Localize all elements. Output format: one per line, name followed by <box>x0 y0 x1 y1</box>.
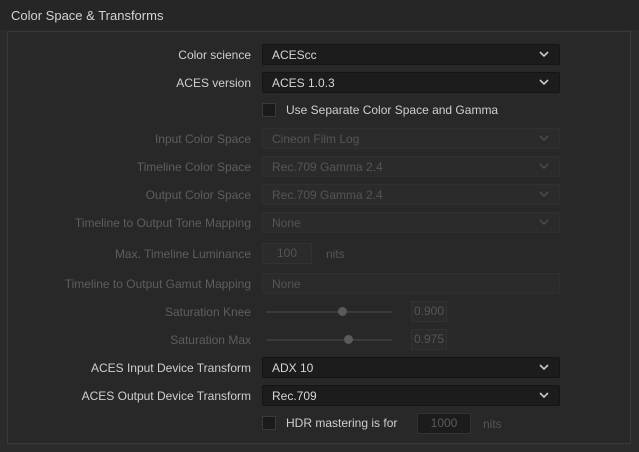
gamut-mapping-select[interactable]: None <box>262 273 560 294</box>
saturation-knee-label: Saturation Knee <box>164 305 251 319</box>
output-color-space-label: Output Color Space <box>145 188 251 202</box>
timeline-color-space-select[interactable]: Rec.709 Gamma 2.4 <box>262 156 560 177</box>
row-tone-mapping: Timeline to Output Tone Mapping None <box>0 212 639 234</box>
input-color-space-label: Input Color Space <box>154 132 251 146</box>
color-science-select[interactable]: ACEScc <box>262 44 560 65</box>
separate-cs-gamma-label: Use Separate Color Space and Gamma <box>286 103 499 117</box>
row-hdr-mastering: HDR mastering is for 1000 nits <box>0 413 639 435</box>
aces-odt-value: Rec.709 <box>272 389 317 403</box>
chevron-down-icon <box>538 361 550 373</box>
row-color-science: Color science ACEScc <box>0 44 639 66</box>
aces-odt-label: ACES Output Device Transform <box>81 389 251 403</box>
timeline-color-space-value: Rec.709 Gamma 2.4 <box>272 160 383 174</box>
aces-odt-select[interactable]: Rec.709 <box>262 385 560 406</box>
panel-header: Color Space & Transforms <box>0 0 639 30</box>
aces-idt-label: ACES Input Device Transform <box>90 361 251 375</box>
color-science-label: Color science <box>178 48 251 62</box>
row-aces-odt: ACES Output Device Transform Rec.709 <box>0 385 639 407</box>
max-luminance-input[interactable]: 100 <box>262 243 312 264</box>
row-timeline-color-space: Timeline Color Space Rec.709 Gamma 2.4 <box>0 156 639 178</box>
chevron-down-icon <box>538 48 550 60</box>
hdr-mastering-label: HDR mastering is for <box>286 416 398 430</box>
aces-version-value: ACES 1.0.3 <box>272 76 335 90</box>
saturation-knee-slider[interactable] <box>266 311 392 313</box>
input-color-space-select[interactable]: Cineon Film Log <box>262 128 560 149</box>
chevron-down-icon <box>538 132 550 144</box>
chevron-down-icon <box>538 389 550 401</box>
saturation-max-slider[interactable] <box>266 339 392 341</box>
aces-version-select[interactable]: ACES 1.0.3 <box>262 72 560 93</box>
row-output-color-space: Output Color Space Rec.709 Gamma 2.4 <box>0 184 639 206</box>
separate-cs-gamma-checkbox[interactable] <box>262 103 276 117</box>
row-saturation-max: Saturation Max 0.975 <box>0 329 639 351</box>
hdr-mastering-input[interactable]: 1000 <box>417 413 471 434</box>
aces-idt-select[interactable]: ADX 10 <box>262 357 560 378</box>
chevron-down-icon <box>538 76 550 88</box>
timeline-color-space-label: Timeline Color Space <box>136 160 251 174</box>
max-luminance-label: Max. Timeline Luminance <box>114 247 251 261</box>
row-saturation-knee: Saturation Knee 0.900 <box>0 301 639 323</box>
row-gamut-mapping: Timeline to Output Gamut Mapping None <box>0 273 639 295</box>
chevron-down-icon <box>538 188 550 200</box>
saturation-max-label: Saturation Max <box>170 333 251 347</box>
aces-version-label: ACES version <box>176 76 251 90</box>
aces-idt-value: ADX 10 <box>272 361 314 375</box>
row-input-color-space: Input Color Space Cineon Film Log <box>0 128 639 150</box>
tone-mapping-select[interactable]: None <box>262 212 560 233</box>
saturation-max-input[interactable]: 0.975 <box>411 329 447 350</box>
hdr-mastering-unit: nits <box>483 417 502 431</box>
panel-title: Color Space & Transforms <box>11 8 164 23</box>
row-aces-idt: ACES Input Device Transform ADX 10 <box>0 357 639 379</box>
row-max-luminance: Max. Timeline Luminance 100 nits <box>0 243 639 265</box>
tone-mapping-value: None <box>272 216 301 230</box>
max-luminance-unit: nits <box>326 247 345 261</box>
tone-mapping-label: Timeline to Output Tone Mapping <box>74 216 251 230</box>
gamut-mapping-value: None <box>272 277 301 291</box>
row-aces-version: ACES version ACES 1.0.3 <box>0 72 639 94</box>
saturation-knee-handle[interactable] <box>337 307 347 316</box>
output-color-space-value: Rec.709 Gamma 2.4 <box>272 188 383 202</box>
output-color-space-select[interactable]: Rec.709 Gamma 2.4 <box>262 184 560 205</box>
saturation-knee-input[interactable]: 0.900 <box>411 301 447 322</box>
saturation-max-handle[interactable] <box>343 335 353 344</box>
hdr-mastering-checkbox[interactable] <box>262 416 276 430</box>
chevron-down-icon <box>538 216 550 228</box>
input-color-space-value: Cineon Film Log <box>272 132 360 146</box>
gamut-mapping-label: Timeline to Output Gamut Mapping <box>64 277 251 291</box>
chevron-down-icon <box>538 160 550 172</box>
row-separate-cs-gamma: Use Separate Color Space and Gamma <box>0 100 639 122</box>
color-science-value: ACEScc <box>272 48 317 62</box>
